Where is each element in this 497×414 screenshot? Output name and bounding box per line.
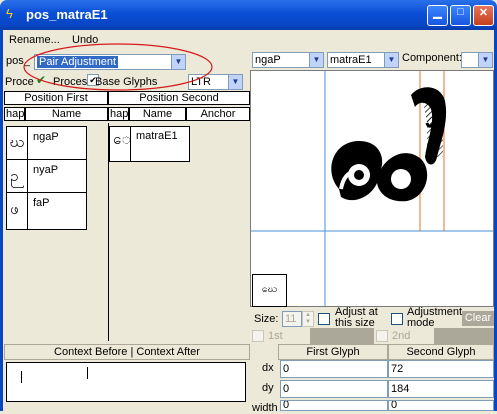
col-name-second: Name	[129, 107, 186, 121]
adjustment-mode-checkbox[interactable]	[391, 313, 403, 325]
glyph-thumb[interactable]: ဃ	[10, 133, 25, 155]
close-button[interactable]: ✕	[473, 5, 494, 26]
column-separator	[108, 123, 109, 341]
first-glyph-select[interactable]: ngaP ▼	[252, 52, 324, 68]
second-glyph-select[interactable]: matraE1 ▼	[327, 52, 399, 68]
dx-label: dx	[262, 362, 274, 374]
second-glyph-header: Second Glyph	[388, 344, 494, 360]
second-bar	[434, 328, 494, 344]
size-spinner[interactable]: ▲ ▼	[302, 311, 314, 327]
first-bar	[310, 328, 374, 344]
glyph-thumb[interactable]: ဖ	[10, 200, 19, 222]
second-glyph-outline	[411, 87, 447, 165]
close-icon: ✕	[478, 7, 489, 19]
red-highlight-ellipse	[23, 43, 213, 91]
component-label: Component:	[402, 52, 462, 64]
glyph-name[interactable]: faP	[33, 197, 50, 209]
window-frame-left	[0, 30, 3, 411]
maximize-button[interactable]: □	[450, 5, 471, 26]
window-title: pos_matraE1	[26, 7, 108, 22]
size-label: Size:	[254, 313, 279, 325]
width-label: width	[252, 402, 278, 414]
glyph-thumb[interactable]: ဉ	[10, 167, 18, 189]
context-editor[interactable]	[6, 362, 246, 402]
chevron-down-icon: ▼	[228, 75, 242, 89]
col-shape-first: hap	[4, 107, 25, 121]
chevron-down-icon: ▼	[478, 53, 492, 67]
component-select[interactable]: ▼	[461, 52, 493, 68]
row-divider	[7, 192, 86, 193]
first-label: 1st	[268, 330, 283, 342]
second-checkbox[interactable]	[376, 330, 388, 342]
minimize-icon: ▁	[433, 7, 442, 19]
second-glyph-list[interactable]: ေ matraE1	[109, 126, 190, 162]
minimize-button[interactable]: ▁	[427, 5, 448, 26]
adjustment-mode-label: Adjustment mode	[407, 306, 463, 329]
glyph-thumb[interactable]: ေ	[113, 130, 131, 152]
dy-first-input[interactable]: 0	[280, 380, 388, 398]
clear-button[interactable]: Clear	[462, 311, 494, 326]
glyph-name[interactable]: matraE1	[136, 130, 178, 142]
combined-glyph-thumb: ဃေ	[252, 274, 287, 307]
first-glyph-select-value: ngaP	[255, 54, 281, 66]
maximize-icon: □	[457, 6, 464, 18]
dx-first-input[interactable]: 0	[280, 360, 388, 378]
width-second-input[interactable]: 0	[388, 400, 494, 411]
chevron-down-icon: ▼	[384, 53, 398, 67]
glyph-name[interactable]: ngaP	[33, 131, 59, 143]
context-before-cursor	[21, 371, 22, 383]
chevron-down-icon: ▼	[309, 53, 323, 67]
first-glyph-header: First Glyph	[278, 344, 388, 360]
width-first-input[interactable]: 0	[280, 400, 388, 411]
col-anchor: Anchor	[186, 107, 250, 121]
glyph-preview-drawing	[251, 71, 493, 306]
dy-second-input[interactable]: 184	[388, 380, 494, 398]
glyph-name[interactable]: nyaP	[33, 164, 58, 176]
app-lightning-icon: ϟ	[6, 6, 13, 21]
second-glyph-select-value: matraE1	[330, 54, 372, 66]
size-input[interactable]: 11	[282, 311, 302, 327]
position-first-header: Position First	[4, 91, 108, 105]
second-label: 2nd	[392, 330, 411, 342]
col-shape-second: hap	[108, 107, 129, 121]
first-checkbox[interactable]	[252, 330, 264, 342]
adjust-at-size-checkbox[interactable]	[318, 313, 330, 325]
row-divider	[7, 159, 86, 160]
context-after-cursor	[87, 367, 88, 379]
first-glyph-outline	[331, 141, 428, 202]
glyph-preview-canvas[interactable]	[250, 70, 494, 307]
adjust-at-size-label: Adjust at this size	[335, 306, 378, 329]
col-name-first: Name	[25, 107, 108, 121]
dy-label: dy	[262, 382, 274, 394]
context-header: Context Before | Context After	[4, 344, 250, 360]
dx-second-input[interactable]: 72	[388, 360, 494, 378]
position-second-header: Position Second	[108, 91, 250, 105]
first-glyph-list[interactable]: ဃ ngaP ဉ nyaP ဖ faP	[6, 126, 87, 230]
